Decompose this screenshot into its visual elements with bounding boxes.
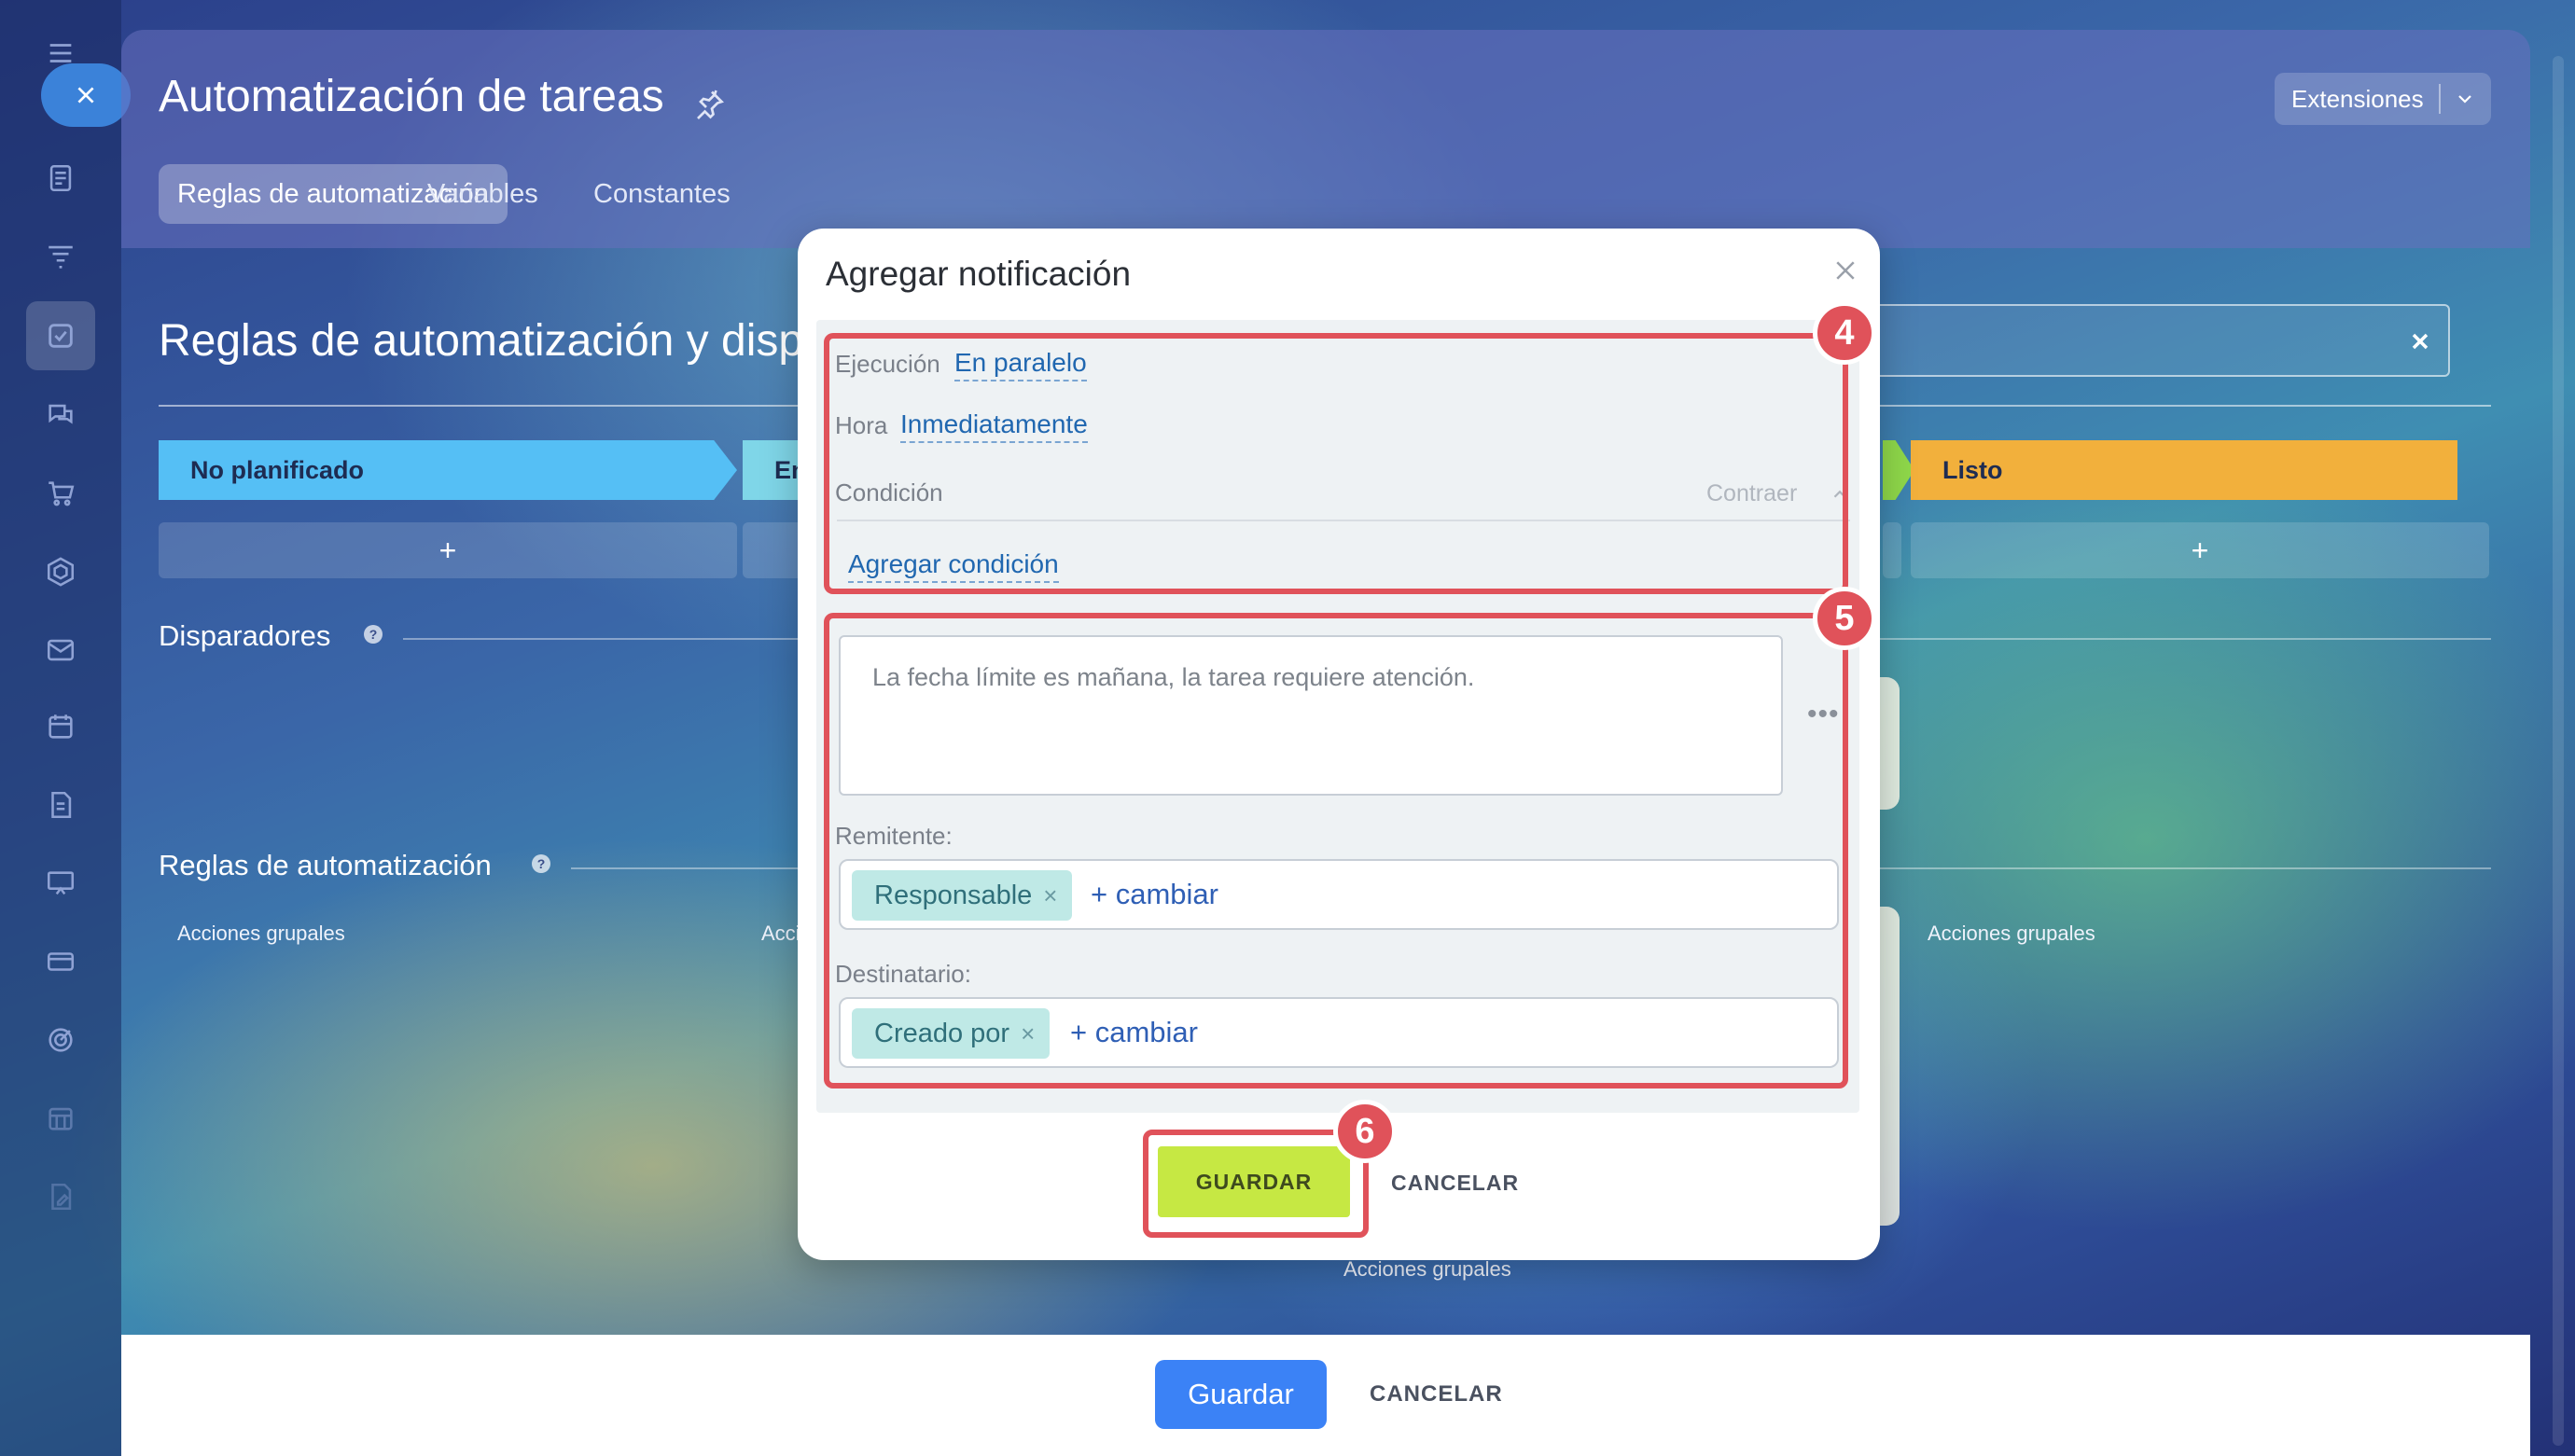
mail-icon[interactable] — [39, 629, 82, 672]
step-badge-5: 5 — [1813, 587, 1876, 650]
group-actions-link[interactable]: Acciones grupales — [177, 922, 345, 946]
highlight-frame-6 — [1143, 1130, 1369, 1238]
pin-icon[interactable] — [692, 88, 726, 121]
stage-label: Listo — [1942, 455, 2003, 484]
extensions-label: Extensiones — [2291, 84, 2424, 113]
hexagon-icon[interactable] — [39, 550, 82, 593]
stage-done[interactable]: Listo — [1911, 440, 2457, 500]
left-sidebar — [0, 0, 121, 1456]
step-badge-4: 4 — [1813, 301, 1876, 365]
scrollbar[interactable] — [2553, 56, 2564, 1446]
feed-icon[interactable] — [39, 157, 82, 200]
save-button[interactable]: Guardar — [1155, 1360, 1327, 1429]
button-separator — [2439, 84, 2441, 114]
help-icon[interactable]: ? — [364, 625, 383, 644]
edit-doc-icon[interactable] — [39, 1175, 82, 1218]
close-icon[interactable] — [1831, 257, 1859, 284]
close-icon — [77, 87, 94, 104]
tab-variables[interactable]: Variables — [409, 164, 557, 224]
add-trigger-button[interactable] — [1883, 522, 1901, 578]
triggers-title: Disparadores — [159, 619, 331, 652]
section-title: Reglas de automatización y disp — [159, 316, 804, 366]
grid-calendar-icon[interactable] — [39, 1097, 82, 1140]
dialog-title: Agregar notificación — [826, 255, 1132, 293]
footer-bar: Guardar CANCELAR — [121, 1335, 2530, 1456]
document-icon[interactable] — [39, 783, 82, 826]
clear-icon[interactable] — [2407, 328, 2433, 354]
tasks-icon[interactable] — [26, 301, 95, 370]
highlight-frame-5 — [824, 613, 1848, 1089]
board-icon[interactable] — [39, 862, 82, 905]
stage-label: No planificado — [190, 455, 365, 484]
calendar-icon[interactable] — [39, 705, 82, 748]
close-panel-button[interactable] — [41, 63, 131, 127]
add-trigger-button[interactable]: + — [159, 522, 737, 578]
stage-not-planned[interactable]: No planificado — [159, 440, 737, 500]
cart-icon[interactable] — [39, 472, 82, 515]
card-icon[interactable] — [39, 940, 82, 983]
search-input[interactable] — [1838, 304, 2450, 377]
filter-icon[interactable] — [39, 235, 82, 278]
stage-arrow-green — [1883, 440, 1914, 500]
help-icon[interactable]: ? — [532, 854, 550, 873]
page-title: Automatización de tareas — [159, 72, 664, 121]
cancel-button[interactable]: CANCELAR — [1370, 1381, 1503, 1407]
add-notification-dialog: Agregar notificación Ejecución En parale… — [798, 229, 1880, 1260]
target-icon[interactable] — [39, 1019, 82, 1061]
step-badge-6: 6 — [1333, 1100, 1397, 1163]
group-actions-link[interactable]: Acciones grupales — [1928, 922, 2095, 946]
chevron-down-icon[interactable] — [2454, 88, 2476, 110]
group-actions-link[interactable]: Acciones grupales — [1343, 1257, 1511, 1282]
tab-constants[interactable]: Constantes — [575, 164, 749, 224]
highlight-frame-4 — [824, 333, 1848, 594]
dialog-cancel-button[interactable]: CANCELAR — [1391, 1171, 1519, 1196]
add-trigger-button[interactable]: + — [1911, 522, 2489, 578]
chat-icon[interactable] — [39, 394, 82, 437]
rules-title: Reglas de automatización — [159, 849, 492, 881]
extensions-button[interactable]: Extensiones — [2275, 73, 2491, 125]
